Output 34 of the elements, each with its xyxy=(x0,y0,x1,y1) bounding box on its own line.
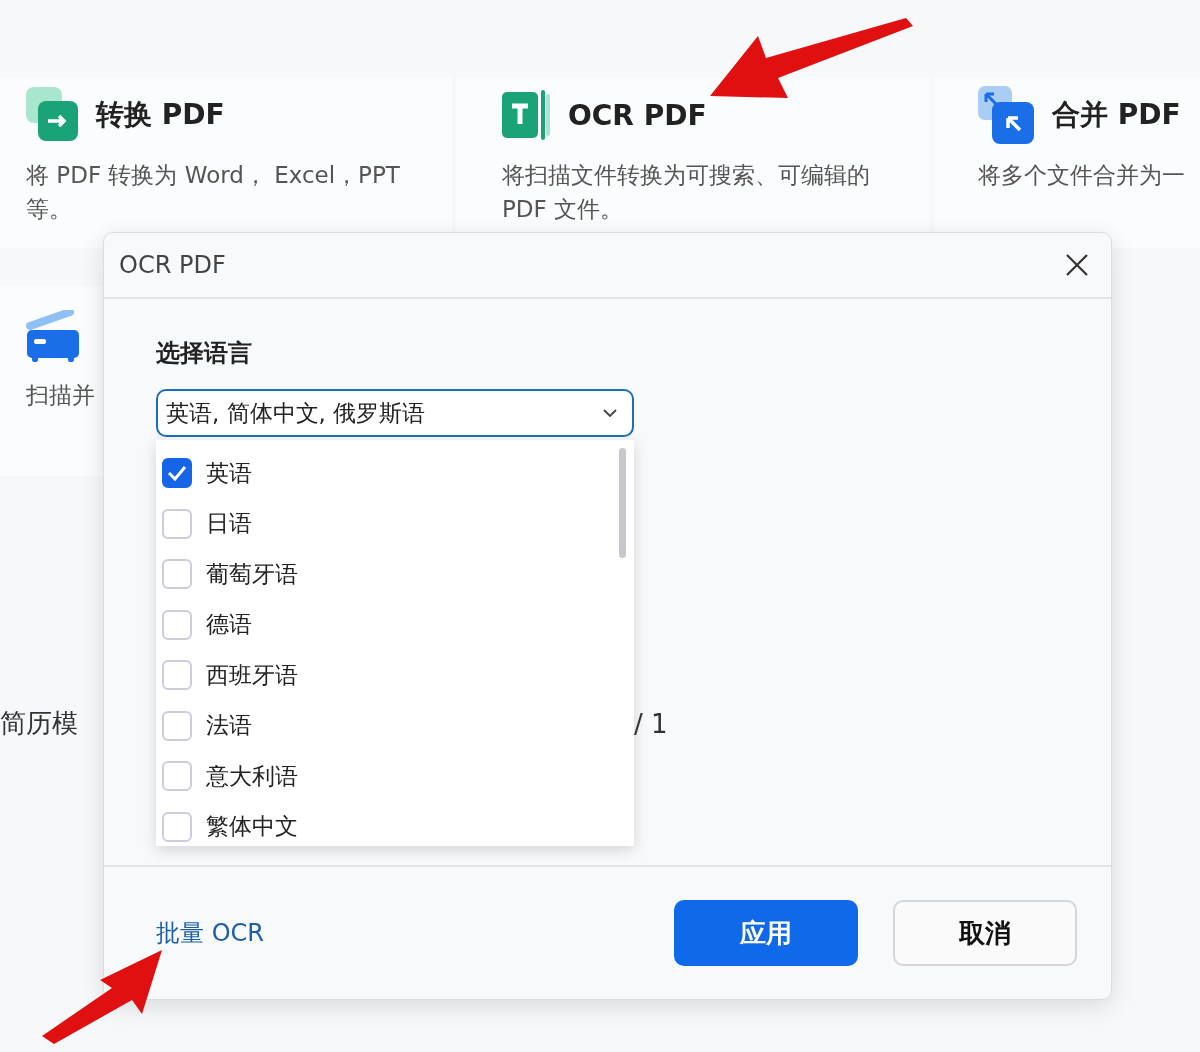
language-option[interactable]: 法语 xyxy=(206,710,252,742)
chevron-down-icon xyxy=(602,408,618,418)
language-option[interactable]: 日语 xyxy=(206,508,252,540)
tool-card[interactable]: 合并 PDF 将多个文件合并为一 xyxy=(934,78,1200,248)
batch-ocr-link[interactable]: 批量 OCR xyxy=(156,917,264,949)
tool-description: 将多个文件合并为一 xyxy=(978,161,1186,190)
language-option[interactable]: 葡萄牙语 xyxy=(206,558,298,590)
document-t-icon xyxy=(502,90,552,140)
page-count: / 1 xyxy=(634,708,668,739)
language-option[interactable]: 西班牙语 xyxy=(206,659,298,691)
section-label: 选择语言 xyxy=(156,338,253,369)
checkbox[interactable] xyxy=(162,458,192,489)
scrollbar[interactable] xyxy=(619,448,626,558)
language-option[interactable]: 德语 xyxy=(206,609,252,641)
tool-description: 扫描并 xyxy=(26,381,96,410)
tool-title: 转换 PDF xyxy=(96,97,225,133)
tool-description: 将 PDF 转换为 Word， Excel，PPT 等。 xyxy=(26,161,401,224)
language-option[interactable]: 意大利语 xyxy=(206,760,298,792)
language-option[interactable]: 英语 xyxy=(206,457,252,489)
tool-card[interactable]: 转换 PDF 将 PDF 转换为 Word， Excel，PPT 等。 xyxy=(0,78,452,248)
template-text: 简历模 xyxy=(0,707,78,740)
dialog-title: OCR PDF xyxy=(119,251,226,279)
tool-title: OCR PDF xyxy=(568,98,707,132)
check-icon xyxy=(167,465,187,482)
merge-icon xyxy=(978,86,1036,144)
close-icon[interactable] xyxy=(1065,253,1089,277)
tool-title: 合并 PDF xyxy=(1052,97,1181,133)
apply-button[interactable]: 应用 xyxy=(674,900,858,966)
convert-icon xyxy=(26,87,80,143)
tool-description: 将扫描文件转换为可搜索、可编辑的 PDF 文件。 xyxy=(502,161,871,224)
language-option[interactable]: 繁体中文 xyxy=(206,811,298,843)
scanner-icon xyxy=(26,310,80,364)
language-select[interactable]: 英语, 简体中文, 俄罗斯语 xyxy=(156,389,634,437)
cancel-button[interactable]: 取消 xyxy=(893,900,1077,966)
